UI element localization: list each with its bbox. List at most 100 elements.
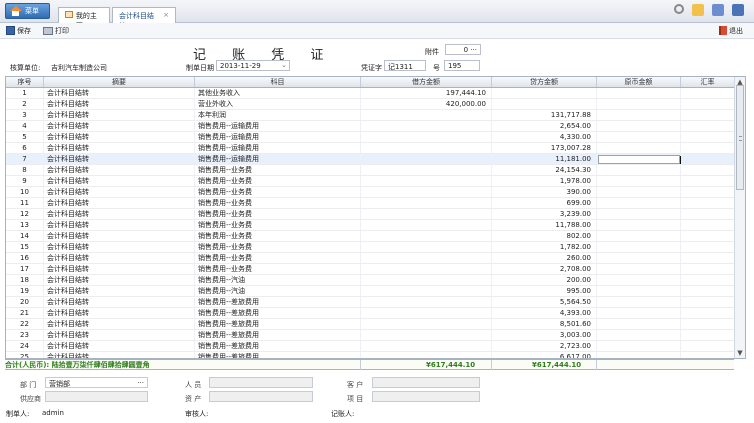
department-label: 部 门 [20, 381, 37, 389]
table-cell: 1,978.00 [492, 176, 597, 186]
project-field[interactable] [372, 391, 480, 402]
save-button[interactable]: 保存 [6, 25, 31, 36]
key-icon[interactable] [692, 4, 704, 16]
table-row[interactable]: 4 会计科目结转 销售费用--运输费用 2,654.00 [6, 121, 735, 132]
table-cell[interactable] [597, 275, 681, 285]
user-icon[interactable] [732, 4, 744, 16]
table-row[interactable]: 16 会计科目结转 销售费用--业务费 260.00 [6, 253, 735, 264]
table-cell [361, 176, 492, 186]
table-cell[interactable] [597, 308, 681, 318]
table-row[interactable]: 12 会计科目结转 销售费用--业务费 3,239.00 [6, 209, 735, 220]
table-row[interactable]: 1 会计科目结转 其他业务收入 197,444.10 [6, 88, 735, 99]
table-cell[interactable] [597, 319, 681, 329]
home-icon [10, 6, 22, 16]
print-button[interactable]: 打印 [43, 25, 69, 36]
action-toolbar: 保存 打印 退出 [0, 23, 754, 39]
table-row[interactable]: 10 会计科目结转 销售费用--业务费 390.00 [6, 187, 735, 198]
table-row[interactable]: 22 会计科目结转 销售费用--差旅费用 8,501.60 [6, 319, 735, 330]
table-row[interactable]: 2 会计科目结转 营业外收入 420,000.00 [6, 99, 735, 110]
table-cell[interactable] [597, 176, 681, 186]
table-cell[interactable] [597, 198, 681, 208]
table-cell [681, 143, 735, 153]
table-cell: 会计科目结转 [44, 264, 195, 274]
date-value: 2013-11-29 [220, 62, 261, 70]
scroll-down-icon[interactable]: ▼ [737, 350, 743, 357]
table-row[interactable]: 9 会计科目结转 销售费用--业务费 1,978.00 [6, 176, 735, 187]
exit-button[interactable]: 退出 [719, 25, 743, 36]
search-icon[interactable] [674, 4, 684, 14]
table-cell[interactable] [597, 264, 681, 274]
table-row[interactable]: 14 会计科目结转 销售费用--业务费 802.00 [6, 231, 735, 242]
table-row[interactable]: 13 会计科目结转 销售费用--业务费 11,788.00 [6, 220, 735, 231]
table-cell[interactable] [597, 330, 681, 340]
table-cell: 20 [6, 297, 44, 307]
voucher-number-field[interactable]: 195 [444, 60, 480, 71]
customer-field[interactable] [372, 377, 480, 388]
column-header-debit: 借方金额 [361, 77, 492, 87]
table-row[interactable]: 23 会计科目结转 销售费用--差旅费用 3,003.00 [6, 330, 735, 341]
attachment-count-field[interactable]: 0 ··· [445, 44, 481, 55]
table-cell[interactable] [597, 242, 681, 252]
table-cell[interactable] [597, 220, 681, 230]
date-select[interactable]: 2013-11-29 ⌄ [216, 60, 290, 71]
table-cell[interactable] [597, 253, 681, 263]
supplier-field[interactable] [45, 391, 148, 402]
original-amount-input[interactable] [598, 155, 681, 164]
table-row[interactable]: 11 会计科目结转 销售费用--业务费 699.00 [6, 198, 735, 209]
table-row[interactable]: 20 会计科目结转 销售费用--差旅费用 5,564.50 [6, 297, 735, 308]
printer-icon [43, 26, 53, 35]
table-cell: 销售费用--运输费用 [195, 121, 361, 131]
table-cell[interactable] [597, 121, 681, 131]
table-cell [361, 330, 492, 340]
table-cell[interactable] [597, 231, 681, 241]
company-label: 核算单位: [10, 64, 41, 72]
voucher-word-field[interactable]: 记1311 [384, 60, 426, 71]
table-cell[interactable] [597, 88, 681, 98]
table-cell[interactable] [597, 187, 681, 197]
menu-button[interactable]: 菜单 [5, 3, 50, 19]
department-field[interactable]: 营销部 ··· [45, 377, 148, 388]
department-more-icon[interactable]: ··· [137, 379, 144, 387]
table-cell[interactable] [597, 165, 681, 175]
table-row[interactable]: 15 会计科目结转 销售费用--业务费 1,782.00 [6, 242, 735, 253]
table-cell[interactable] [597, 209, 681, 219]
close-icon[interactable]: × [163, 11, 169, 19]
scroll-thumb[interactable] [736, 85, 744, 190]
table-row[interactable]: 19 会计科目结转 销售费用--汽油 995.00 [6, 286, 735, 297]
table-cell [681, 253, 735, 263]
vertical-scrollbar[interactable]: ▲ ▼ [734, 77, 745, 358]
table-row[interactable]: 21 会计科目结转 销售费用--差旅费用 4,393.00 [6, 308, 735, 319]
table-row[interactable]: 24 会计科目结转 销售费用--差旅费用 2,723.00 [6, 341, 735, 352]
table-row[interactable]: 17 会计科目结转 销售费用--业务费 2,708.00 [6, 264, 735, 275]
table-cell[interactable] [597, 143, 681, 153]
table-row[interactable]: 6 会计科目结转 销售费用--运输费用 173,007.28 [6, 143, 735, 154]
document-icon[interactable] [712, 4, 724, 16]
table-cell[interactable] [597, 352, 681, 358]
table-row[interactable]: 5 会计科目结转 销售费用--运输费用 4,330.00 [6, 132, 735, 143]
asset-field[interactable] [209, 391, 313, 402]
table-cell[interactable] [597, 99, 681, 109]
table-row[interactable]: 8 会计科目结转 销售费用--业务费 24,154.30 [6, 165, 735, 176]
table-cell: 173,007.28 [492, 143, 597, 153]
table-cell: 会计科目结转 [44, 242, 195, 252]
table-cell [361, 231, 492, 241]
table-row[interactable]: 25 会计科目结转 销售费用--差旅费用 6,617.00 [6, 352, 735, 358]
table-cell[interactable] [597, 286, 681, 296]
chevron-down-icon: ⌄ [281, 61, 287, 69]
table-row[interactable]: 3 会计科目结转 本年利润 131,717.88 [6, 110, 735, 121]
table-row[interactable]: 18 会计科目结转 销售费用--汽油 200.00 [6, 275, 735, 286]
table-cell[interactable] [597, 297, 681, 307]
menu-label: 菜单 [25, 7, 39, 15]
tab-my-home[interactable]: 我的主页 [58, 7, 110, 30]
personnel-field[interactable] [209, 377, 313, 388]
table-cell[interactable] [597, 110, 681, 120]
total-divider-original [596, 360, 597, 370]
table-cell[interactable] [597, 341, 681, 351]
table-cell [361, 143, 492, 153]
preparer-label: 制单人: [6, 410, 30, 418]
tab-account-transfer[interactable]: 会计科目结转 × [112, 7, 176, 30]
supplier-label: 供应商 [20, 395, 41, 403]
table-cell[interactable] [597, 132, 681, 142]
table-cell [361, 198, 492, 208]
table-row[interactable]: 7 会计科目结转 销售费用--运输费用 11,181.00 [6, 154, 735, 165]
